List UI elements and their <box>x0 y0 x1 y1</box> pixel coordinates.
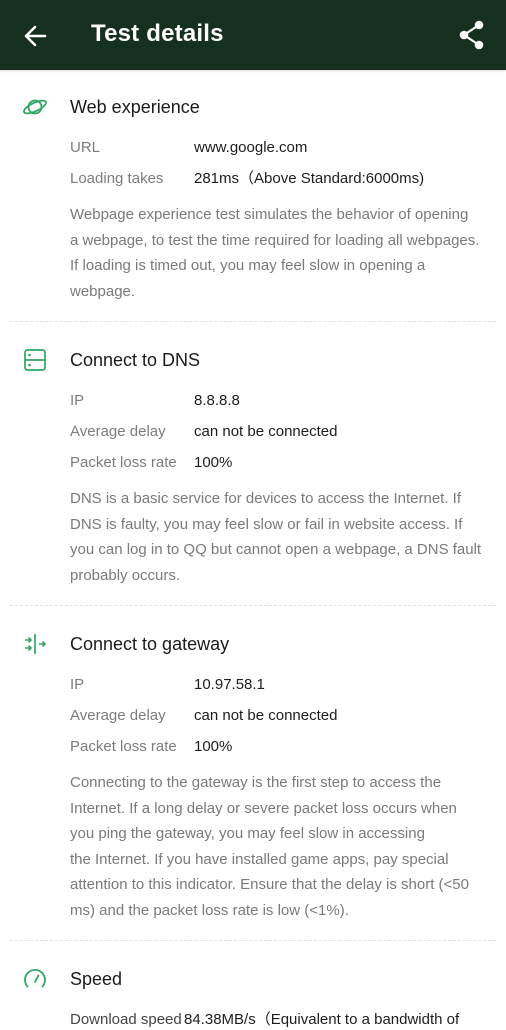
desc-line: you ping the gateway, you may feel slow … <box>70 825 425 842</box>
row-label: Packet loss rate <box>70 738 177 755</box>
desc-line: Connecting to the gateway is the first s… <box>70 774 442 791</box>
planet-icon <box>23 99 47 115</box>
desc-line: webpage. <box>70 282 136 300</box>
row-value: 10.97.58.1 <box>194 676 265 693</box>
row-value: 100% <box>194 454 233 471</box>
desc-line: a webpage, to test the time required for… <box>70 231 480 249</box>
desc-line: Webpage experience test simulates the be… <box>70 206 469 223</box>
row-value: 8.8.8.8 <box>194 392 240 409</box>
desc-line: Internet. If a long delay or severe pack… <box>70 799 457 817</box>
section-description: Connecting to the gateway is the first s… <box>70 770 490 923</box>
row-value: 84.38MB/s（Equivalent to a bandwidth of <box>184 1011 460 1028</box>
row-label: Average delay <box>70 707 166 724</box>
row-value: 100% <box>194 738 233 755</box>
section-title: Connect to gateway <box>70 634 230 654</box>
app-bar: Test details <box>0 0 506 70</box>
row-value: can not be connected <box>194 707 338 724</box>
desc-line: If loading is timed out, you may feel sl… <box>70 257 426 274</box>
row-label: Packet loss rate <box>70 454 177 471</box>
row-value: www.google.com <box>194 139 308 156</box>
arrow-left-icon <box>24 25 47 47</box>
row-value: can not be connected <box>194 423 338 440</box>
section-description: Webpage experience test simulates the be… <box>70 202 490 304</box>
divider <box>10 321 496 322</box>
server-icon <box>24 349 46 371</box>
row-label: Average delay <box>70 423 166 440</box>
section-title: Web experience <box>70 97 200 117</box>
desc-line: ms) and the packet loss rate is low (<1%… <box>70 901 349 919</box>
back-button[interactable] <box>18 18 54 54</box>
desc-line: the Internet. If you have installed game… <box>70 850 449 868</box>
gateway-icon <box>25 634 47 654</box>
desc-line: you can log in to QQ but cannot open a w… <box>70 541 482 558</box>
section-title: Speed <box>70 969 123 989</box>
row-label: IP <box>70 676 85 693</box>
row-label: Loading takes <box>70 170 164 187</box>
speedometer-icon <box>24 968 46 988</box>
row-label: URL <box>70 139 101 156</box>
desc-line: probably occurs. <box>70 566 181 584</box>
share-icon <box>459 20 484 50</box>
section-title: Connect to DNS <box>70 350 201 370</box>
share-button[interactable] <box>456 18 488 52</box>
row-label: IP <box>70 392 85 409</box>
page-title: Test details <box>91 20 224 47</box>
divider <box>10 605 496 606</box>
row-value: 281ms（Above Standard:6000ms) <box>194 170 425 187</box>
desc-line: DNS is faulty, you may feel slow or fail… <box>70 515 463 533</box>
row-label: Download speed <box>70 1011 182 1028</box>
divider <box>10 940 496 941</box>
section-description: DNS is a basic service for devices to ac… <box>70 486 490 588</box>
desc-line: attention to this indicator. Ensure that… <box>70 876 469 893</box>
desc-line: DNS is a basic service for devices to ac… <box>70 490 461 507</box>
